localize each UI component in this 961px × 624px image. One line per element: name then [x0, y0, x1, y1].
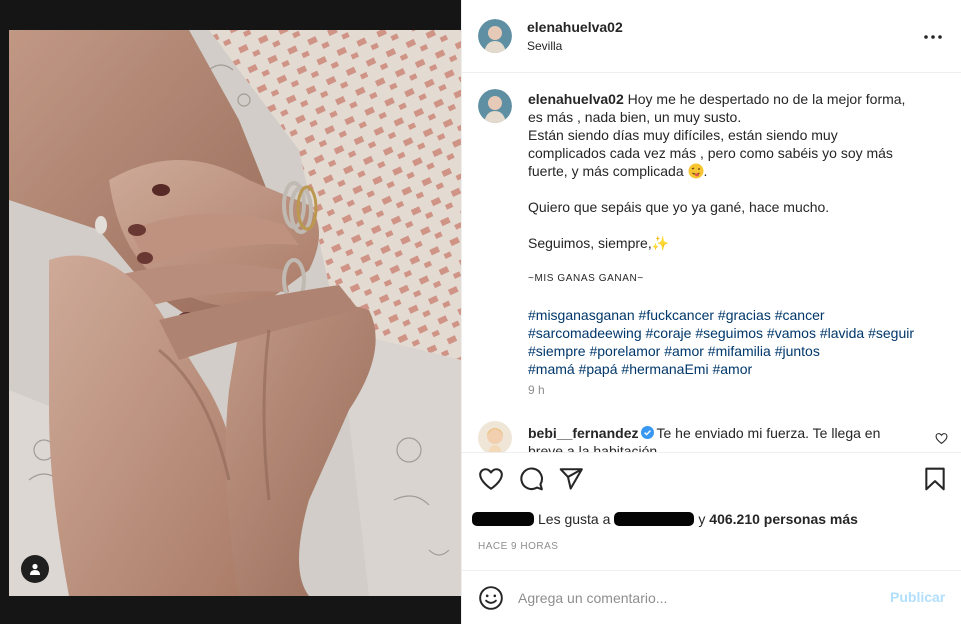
hashtag[interactable]: #porelamor [589, 343, 660, 359]
photo-letterbox-left [0, 0, 9, 624]
hashtag[interactable]: #mamá [528, 361, 575, 377]
heart-icon[interactable] [478, 466, 504, 492]
caption-username[interactable]: elenahuelva02 [528, 91, 624, 107]
author-username[interactable]: elenahuelva02 [527, 19, 623, 35]
redacted-username [614, 512, 695, 526]
comment: bebi__fernandez Te he enviado mi fuerza.… [528, 424, 928, 452]
hashtag[interactable]: #seguimos [695, 325, 763, 341]
likes-summary[interactable]: Les gusta a y 406.210 personas más [472, 511, 858, 527]
winking-face-tongue-emoji [688, 163, 704, 179]
tagged-users-button[interactable] [21, 555, 49, 583]
hashtag[interactable]: #mifamilia [708, 343, 771, 359]
smiley-icon[interactable] [478, 585, 504, 611]
post-caption: elenahuelva02 Hoy me he despertado no de… [528, 90, 938, 378]
caption-line-6: Quiero que sepáis que yo ya gané, hace m… [528, 199, 830, 215]
caption-line-1: Hoy me he despertado no de la mejor form… [627, 91, 906, 107]
hashtag[interactable]: #coraje [646, 325, 692, 341]
post-photo-panel [0, 0, 461, 624]
hashtag[interactable]: #siempre [528, 343, 586, 359]
post-actions: Les gusta a y 406.210 personas más HACE 9… [462, 452, 961, 570]
hashtag[interactable]: #lavida [820, 325, 864, 341]
redacted-avatar-group [472, 512, 534, 526]
photo-letterbox-bottom [0, 596, 461, 624]
hashtag[interactable]: #misganasganan [528, 307, 635, 323]
hashtag[interactable]: #hermanaEmi [621, 361, 708, 377]
hashtag-line-1: #misganasganan #fuckcancer #gracias #can… [528, 306, 938, 324]
caption-time[interactable]: 9 h [528, 383, 545, 397]
caption-line-8: ~MIS GANAS GANAN~ [528, 273, 644, 284]
hashtag[interactable]: #amor [712, 361, 752, 377]
post-header: elenahuelva02 Sevilla [462, 0, 961, 73]
more-horizontal-icon[interactable] [922, 28, 944, 46]
sparkles-emoji: ✨ [651, 235, 670, 251]
post-location[interactable]: Sevilla [527, 39, 562, 53]
hashtag[interactable]: #juntos [775, 343, 820, 359]
commenter-username[interactable]: bebi__fernandez [528, 425, 638, 441]
hashtag[interactable]: #seguir [868, 325, 914, 341]
hashtag[interactable]: #sarcomadeewing [528, 325, 642, 341]
hashtag[interactable]: #fuckcancer [639, 307, 714, 323]
hashtag[interactable]: #gracias [718, 307, 771, 323]
add-comment-bar: Publicar [462, 570, 961, 624]
caption-line-7: Seguimos, siempre, [528, 235, 652, 251]
caption-author-avatar[interactable] [478, 89, 512, 123]
photo-letterbox-top [0, 0, 461, 30]
hashtag-line-3: #siempre #porelamor #amor #mifamilia #ju… [528, 342, 938, 360]
likes-prefix: Les gusta a [538, 511, 611, 527]
comment-input[interactable] [518, 583, 878, 613]
verified-badge-icon [641, 426, 655, 439]
commenter-avatar[interactable] [478, 421, 512, 452]
comment-like-heart-icon[interactable] [935, 432, 948, 445]
comment-bubble-icon[interactable] [518, 466, 544, 492]
likes-count[interactable]: 406.210 personas más [709, 511, 858, 527]
post-timestamp[interactable]: HACE 9 HORAS [478, 541, 558, 552]
hashtag[interactable]: #papá [579, 361, 618, 377]
hashtag-line-4: #mamá #papá #hermanaEmi #amor [528, 360, 938, 378]
bookmark-icon[interactable] [922, 466, 948, 492]
hashtag-line-2: #sarcomadeewing #coraje #seguimos #vamos… [528, 324, 938, 342]
author-avatar[interactable] [478, 19, 512, 53]
post-photo[interactable] [9, 30, 461, 596]
comment-text-continued: breve a la habitación [528, 443, 658, 452]
user-icon [30, 563, 40, 575]
publish-button[interactable]: Publicar [890, 589, 945, 605]
hashtag[interactable]: #cancer [775, 307, 825, 323]
caption-line-4: complicados cada vez más , pero como sab… [528, 145, 893, 161]
caption-line-2: es más , nada bien, un muy susto. [528, 109, 742, 125]
paper-plane-icon[interactable] [558, 466, 584, 492]
comments-section: elenahuelva02 Hoy me he despertado no de… [462, 74, 961, 452]
hashtag[interactable]: #vamos [767, 325, 816, 341]
likes-middle: y [698, 511, 706, 527]
comment-text: Te he enviado mi fuerza. Te llega en [656, 425, 881, 441]
post-sidebar: elenahuelva02 Sevilla elenahuelva02 Hoy … [461, 0, 961, 624]
hashtag[interactable]: #amor [664, 343, 704, 359]
caption-line-5: fuerte, y más complicada [528, 163, 684, 179]
caption-line-3: Están siendo días muy difíciles, están s… [528, 127, 838, 143]
